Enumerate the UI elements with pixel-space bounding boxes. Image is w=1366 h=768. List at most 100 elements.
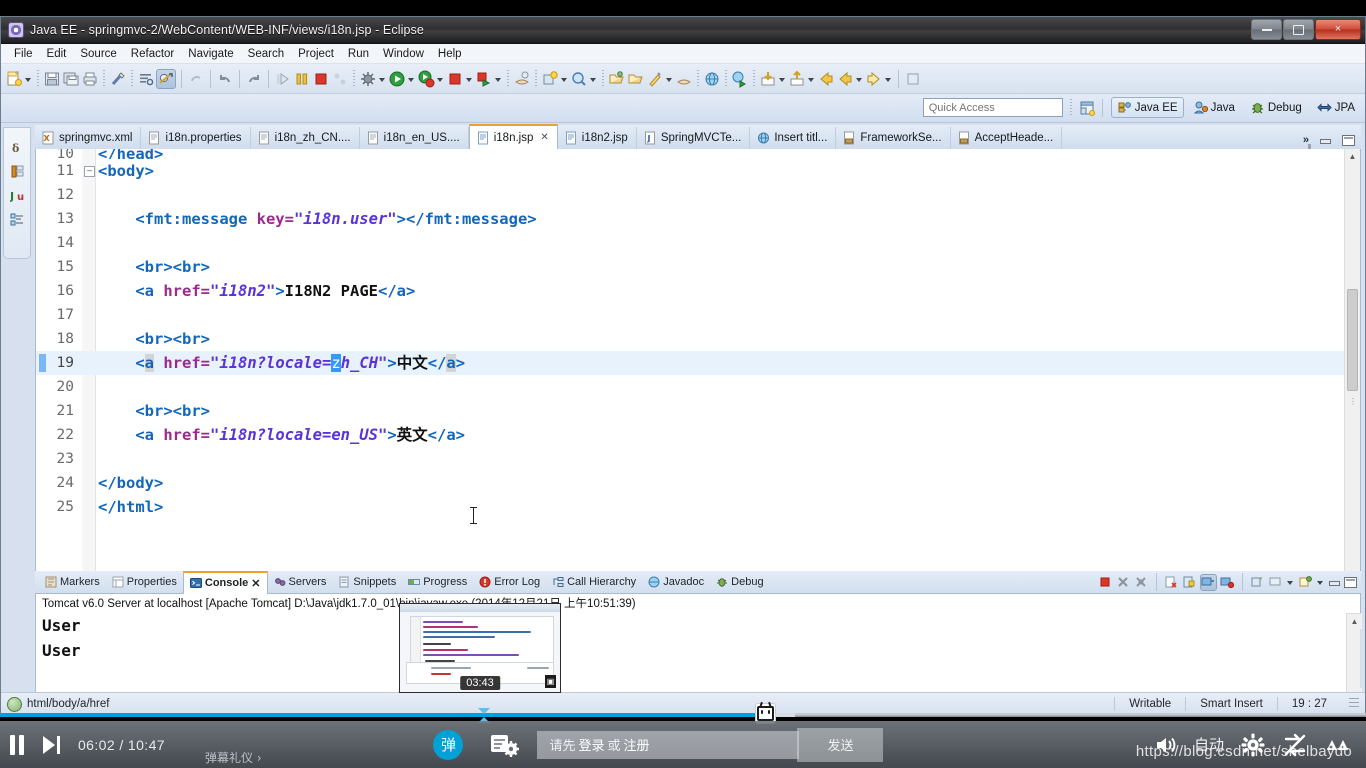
danmaku-input[interactable]: 请先 登录 或 注册 弹幕礼仪 › — [205, 730, 800, 765]
menu-search[interactable]: Search — [241, 47, 291, 61]
menu-source[interactable]: Source — [73, 47, 123, 61]
restore-button[interactable] — [1283, 19, 1314, 40]
menu-refactor[interactable]: Refactor — [124, 47, 181, 61]
view-tab-error-log[interactable]: Error Log — [473, 572, 546, 592]
quick-fix-icon[interactable] — [109, 70, 127, 88]
redo2-icon[interactable] — [245, 70, 263, 88]
run-server-icon[interactable] — [475, 70, 493, 88]
close-button[interactable]: × — [1315, 19, 1361, 40]
outline-icon[interactable] — [10, 212, 25, 227]
pause-button[interactable] — [0, 728, 34, 762]
console-vertical-scrollbar[interactable]: ▲ ▼ — [1346, 613, 1362, 704]
save-icon[interactable] — [43, 70, 61, 88]
editor-tab-i18n-zh-cn[interactable]: i18n_zh_CN.... — [251, 127, 360, 149]
debug-dropdown-icon[interactable] — [378, 70, 387, 88]
danmaku-register-link[interactable]: 注册 — [624, 735, 650, 754]
view-tab-call-hierarchy[interactable]: Call Hierarchy — [546, 572, 642, 592]
open-type-icon[interactable] — [608, 70, 626, 88]
code-line[interactable]: 11– <body> — [36, 159, 1345, 183]
video-progress-area[interactable] — [0, 703, 1366, 724]
chapter-marker-icon[interactable] — [478, 708, 491, 714]
view-tab-properties[interactable]: Properties — [106, 572, 183, 592]
open-console-icon[interactable] — [1250, 575, 1265, 590]
search-dropdown-icon[interactable] — [589, 70, 598, 88]
editor-tab-springmvctest[interactable]: J SpringMVCTe... — [637, 127, 751, 149]
minimize-button[interactable] — [1251, 19, 1282, 40]
danmaku-settings-icon[interactable] — [489, 731, 520, 759]
code-line[interactable]: 22 <a href="i18n?locale=en_US">英文</a> — [36, 423, 1345, 447]
editor-tab-frameworkservlet[interactable]: FrameworkSe... — [836, 127, 951, 149]
web-browser-icon[interactable] — [703, 70, 721, 88]
console-output[interactable]: User User — [35, 613, 1361, 704]
import-icon[interactable] — [759, 70, 777, 88]
new-console-view-icon[interactable] — [1298, 575, 1313, 590]
display-selected-console-icon[interactable] — [1268, 575, 1283, 590]
forward-icon[interactable] — [865, 70, 883, 88]
code-line[interactable]: 25 </html> — [36, 495, 1345, 519]
scroll-up-icon[interactable]: ▲ — [1345, 149, 1360, 164]
maximize-icon[interactable] — [1344, 576, 1357, 588]
editor-tab-insert-title[interactable]: Insert titl... — [750, 127, 837, 149]
remove-all-terminated-icon[interactable] — [1134, 575, 1149, 590]
danmaku-send-button[interactable]: 发送 — [797, 727, 884, 762]
print-icon[interactable] — [81, 70, 99, 88]
menu-navigate[interactable]: Navigate — [181, 47, 240, 61]
search-icon[interactable] — [570, 70, 588, 88]
view-tab-console[interactable]: Console ✕ — [182, 570, 268, 594]
run-external-dropdown-icon[interactable] — [436, 70, 445, 88]
junit-icon[interactable]: Ju — [9, 188, 25, 203]
annotation-icon[interactable] — [646, 70, 664, 88]
export-icon[interactable] — [788, 70, 806, 88]
code-line[interactable]: 16 <a href="i18n2">I18N2 PAGE</a> — [36, 279, 1345, 303]
resume-icon[interactable] — [274, 70, 292, 88]
code-line[interactable]: 14 — [36, 231, 1345, 255]
next-button[interactable] — [34, 728, 68, 762]
import-dropdown-icon[interactable] — [778, 70, 787, 88]
terminate-icon[interactable] — [1098, 575, 1113, 590]
code-line[interactable]: 23 — [36, 447, 1345, 471]
new-jsp-icon[interactable] — [513, 70, 531, 88]
new-wizard-icon[interactable] — [5, 70, 23, 88]
suspend-icon[interactable] — [293, 70, 311, 88]
code-line[interactable]: 17 — [36, 303, 1345, 327]
back-dropdown-icon[interactable] — [855, 70, 864, 88]
code-line[interactable]: 13 <fmt:message key="i18n.user"></fmt:me… — [36, 207, 1345, 231]
perspective-java[interactable]: Java — [1187, 97, 1241, 118]
code-line[interactable]: 21 <br><br> — [36, 399, 1345, 423]
danmaku-toggle-button[interactable]: 弹 — [433, 729, 464, 760]
quick-access-input[interactable] — [922, 98, 1063, 117]
view-tab-servers[interactable]: Servers — [268, 572, 333, 592]
code-line[interactable]: 18 <br><br> — [36, 327, 1345, 351]
code-line[interactable]: 19 <a href="i18n?locale=zh_CH">中文</a> — [36, 351, 1345, 375]
project-explorer-icon[interactable]: δ — [10, 140, 25, 155]
run-external-icon[interactable] — [417, 70, 435, 88]
editor-tab-springmvc-xml[interactable]: X springmvc.xml — [35, 127, 142, 149]
danmaku-etiquette-link[interactable]: 弹幕礼仪 › — [205, 749, 262, 766]
view-tab-snippets[interactable]: Snippets — [332, 572, 402, 592]
new-servlet-dropdown-icon[interactable] — [560, 70, 569, 88]
editor-tab-i18n-en-us[interactable]: i18n_en_US.... — [360, 127, 469, 149]
run-icon[interactable] — [388, 70, 406, 88]
debug-run-icon[interactable] — [359, 70, 377, 88]
perspective-debug[interactable]: Debug — [1244, 97, 1308, 118]
bookmark-icon[interactable] — [675, 70, 693, 88]
new-servlet-icon[interactable] — [541, 70, 559, 88]
deploy-icon[interactable] — [731, 70, 749, 88]
code-line[interactable]: 24 </body> — [36, 471, 1345, 495]
close-tab-icon[interactable]: ✕ — [540, 132, 548, 143]
back2-icon[interactable] — [836, 70, 854, 88]
menu-edit[interactable]: Edit — [40, 47, 74, 61]
new-wizard-dropdown-icon[interactable] — [24, 70, 33, 88]
code-line[interactable]: 15 <br><br> — [36, 255, 1345, 279]
stop-dropdown-icon[interactable] — [465, 70, 474, 88]
menu-help[interactable]: Help — [431, 47, 469, 61]
open-task-icon[interactable] — [627, 70, 645, 88]
perspective-jpa[interactable]: JPA — [1311, 97, 1361, 118]
remove-launch-icon[interactable] — [1116, 575, 1131, 590]
scroll-lock-icon[interactable] — [1182, 575, 1197, 590]
menu-file[interactable]: File — [7, 47, 40, 61]
undo-icon[interactable] — [216, 70, 234, 88]
minimize-view-icon[interactable] — [1319, 135, 1332, 146]
editor-tab-i18n-properties[interactable]: i18n.properties — [141, 127, 251, 149]
new-console-dropdown-icon[interactable] — [1316, 573, 1325, 591]
